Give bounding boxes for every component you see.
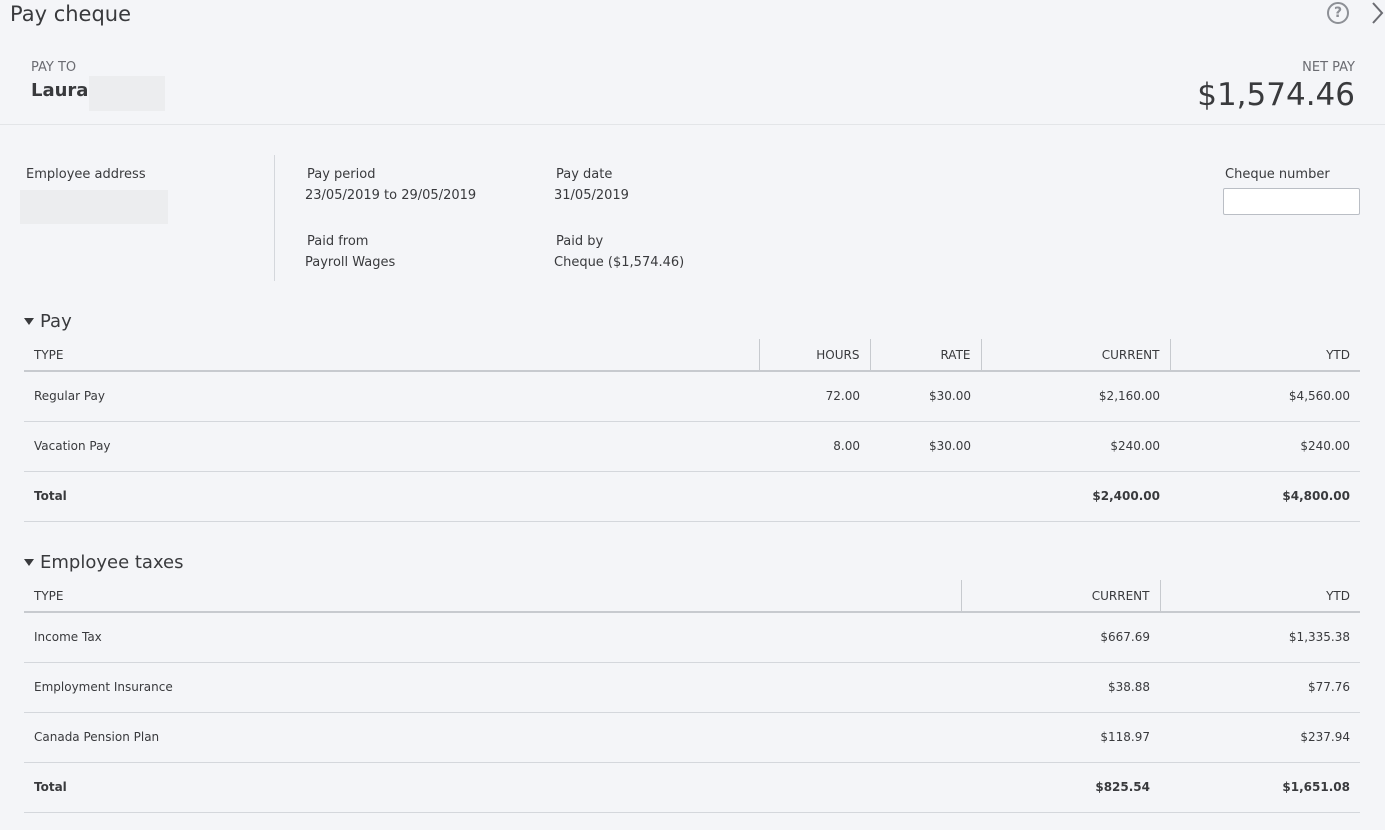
netpay-label: NET PAY xyxy=(1302,60,1355,75)
pay-period-value: 23/05/2019 to 29/05/2019 xyxy=(305,188,477,203)
tax-ytd: $1,335.38 xyxy=(1160,612,1360,663)
pay-hours: 8.00 xyxy=(759,421,870,472)
close-chevron-icon[interactable] xyxy=(1370,0,1385,26)
taxes-header-row: TYPE CURRENT YTD xyxy=(24,580,1360,613)
redacted-surname xyxy=(89,76,165,111)
col-header-ytd[interactable]: YTD xyxy=(1169,339,1360,372)
paid-from-value: Payroll Wages xyxy=(305,255,396,270)
pay-ytd: $240.00 xyxy=(1170,421,1360,472)
tax-type: Employment Insurance xyxy=(24,662,961,713)
pay-period-label: Pay period xyxy=(307,167,376,182)
pay-date-value: 31/05/2019 xyxy=(554,188,629,203)
taxes-section-toggle[interactable]: Employee taxes xyxy=(24,552,184,573)
table-row: Vacation Pay 8.00 $30.00 $240.00 $240.00 xyxy=(24,421,1360,472)
pay-header-row: TYPE HOURS RATE CURRENT YTD xyxy=(24,339,1360,372)
pay-current: $240.00 xyxy=(981,421,1170,472)
pay-section-toggle[interactable]: Pay xyxy=(24,311,72,332)
col-header-hours[interactable]: HOURS xyxy=(758,339,870,372)
caret-down-icon xyxy=(24,318,34,325)
pay-hours: 72.00 xyxy=(759,371,870,422)
tax-current: $118.97 xyxy=(961,712,1160,763)
table-row: Regular Pay 72.00 $30.00 $2,160.00 $4,56… xyxy=(24,371,1360,422)
redacted-address xyxy=(20,190,168,224)
details-divider xyxy=(274,155,275,281)
total-current: $2,400.00 xyxy=(981,470,1170,522)
tax-current: $38.88 xyxy=(961,662,1160,713)
total-label: Total xyxy=(24,470,759,522)
taxes-total-row: Total $825.54 $1,651.08 xyxy=(24,761,1360,813)
paid-by-label: Paid by xyxy=(556,234,604,249)
total-ytd: $1,651.08 xyxy=(1160,761,1360,813)
page-title: Pay cheque xyxy=(10,2,132,26)
total-rate xyxy=(870,470,981,522)
total-label: Total xyxy=(24,761,961,813)
col-header-type[interactable]: TYPE xyxy=(24,580,961,613)
cheque-number-label: Cheque number xyxy=(1225,167,1330,182)
paid-from-label: Paid from xyxy=(307,234,369,249)
col-header-ytd[interactable]: YTD xyxy=(1159,580,1360,613)
pay-current: $2,160.00 xyxy=(981,371,1170,422)
table-row: Employment Insurance $38.88 $77.76 xyxy=(24,662,1360,713)
tax-ytd: $77.76 xyxy=(1160,662,1360,713)
table-row: Canada Pension Plan $118.97 $237.94 xyxy=(24,712,1360,763)
taxes-section-title: Employee taxes xyxy=(40,552,184,573)
col-header-rate[interactable]: RATE xyxy=(869,339,981,372)
payto-label: PAY TO xyxy=(31,60,77,75)
netpay-amount: $1,574.46 xyxy=(1197,77,1355,113)
tax-current: $667.69 xyxy=(961,612,1160,663)
help-icon[interactable]: ? xyxy=(1327,2,1349,24)
pay-total-row: Total $2,400.00 $4,800.00 xyxy=(24,470,1360,522)
caret-down-icon xyxy=(24,559,34,566)
tax-type: Canada Pension Plan xyxy=(24,712,961,763)
employee-address-label: Employee address xyxy=(26,167,146,182)
table-row: Income Tax $667.69 $1,335.38 xyxy=(24,612,1360,663)
taxes-table: TYPE CURRENT YTD Income Tax $667.69 $1,3… xyxy=(24,580,1360,813)
total-hours xyxy=(759,470,870,522)
col-header-current[interactable]: CURRENT xyxy=(980,339,1170,372)
pay-section-title: Pay xyxy=(40,311,72,332)
total-current: $825.54 xyxy=(961,761,1160,813)
pay-ytd: $4,560.00 xyxy=(1170,371,1360,422)
pay-type: Regular Pay xyxy=(24,371,759,422)
header-divider xyxy=(0,124,1385,125)
tax-ytd: $237.94 xyxy=(1160,712,1360,763)
pay-rate: $30.00 xyxy=(870,421,981,472)
payto-name: Laura xyxy=(31,80,89,101)
total-ytd: $4,800.00 xyxy=(1170,470,1360,522)
pay-type: Vacation Pay xyxy=(24,421,759,472)
col-header-type[interactable]: TYPE xyxy=(24,339,759,372)
paid-by-value: Cheque ($1,574.46) xyxy=(554,255,685,270)
pay-table: TYPE HOURS RATE CURRENT YTD Regular Pay … xyxy=(24,339,1360,522)
cheque-number-input[interactable] xyxy=(1223,188,1360,215)
pay-date-label: Pay date xyxy=(556,167,613,182)
tax-type: Income Tax xyxy=(24,612,961,663)
pay-rate: $30.00 xyxy=(870,371,981,422)
col-header-current[interactable]: CURRENT xyxy=(960,580,1160,613)
